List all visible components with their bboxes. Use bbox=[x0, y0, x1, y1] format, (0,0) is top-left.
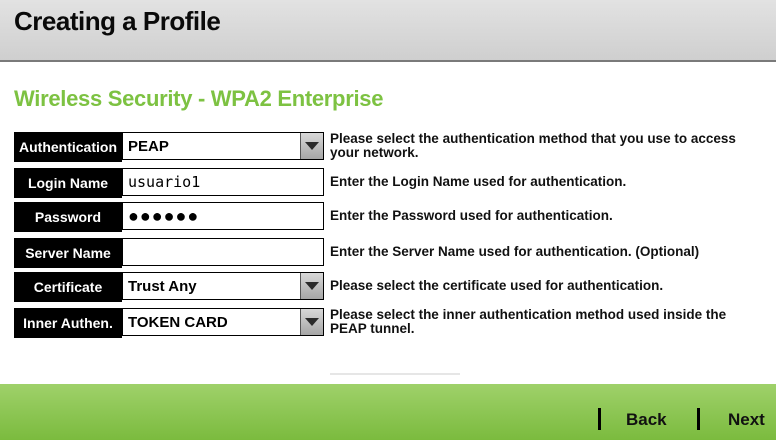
section-title: Wireless Security - WPA2 Enterprise bbox=[14, 86, 384, 111]
authentication-select[interactable]: PEAP bbox=[122, 132, 324, 160]
login-name-input[interactable]: usuario1 bbox=[122, 168, 324, 196]
inner-authentication-select[interactable]: TOKEN CARD bbox=[122, 308, 324, 336]
password-help: Enter the Password used for authenticati… bbox=[330, 208, 613, 223]
page-title: Creating a Profile bbox=[14, 6, 221, 36]
authentication-help: Please select the authentication method … bbox=[330, 131, 736, 160]
inner-authentication-row: Inner Authen. TOKEN CARD Please select t… bbox=[14, 308, 766, 338]
login-name-row: Login Name usuario1 Enter the Login Name… bbox=[14, 168, 766, 198]
password-label: Password bbox=[14, 202, 122, 232]
back-button[interactable]: Back bbox=[626, 410, 667, 430]
inner-authentication-help: Please select the inner authentication m… bbox=[330, 307, 727, 336]
inner-authentication-label: Inner Authen. bbox=[14, 308, 122, 338]
server-name-help: Enter the Server Name used for authentic… bbox=[330, 245, 766, 259]
optional-note: (Optional) bbox=[635, 244, 700, 259]
inner-authentication-value: TOKEN CARD bbox=[128, 313, 228, 331]
header-bar: Creating a Profile bbox=[0, 0, 776, 62]
footer-bar: Back Next bbox=[0, 384, 776, 440]
authentication-value: PEAP bbox=[128, 137, 169, 155]
login-name-help: Enter the Login Name used for authentica… bbox=[330, 174, 627, 189]
authentication-label: Authentication bbox=[14, 132, 122, 162]
password-input[interactable]: ●●●●●● bbox=[122, 202, 324, 230]
authentication-row: Authentication PEAP Please select the au… bbox=[14, 132, 766, 162]
dropdown-arrow-icon[interactable] bbox=[300, 273, 323, 299]
dropdown-arrow-icon[interactable] bbox=[300, 309, 323, 335]
login-name-label: Login Name bbox=[14, 168, 122, 198]
main-panel: Wireless Security - WPA2 Enterprise Auth… bbox=[0, 62, 776, 384]
certificate-row: Certificate Trust Any Please select the … bbox=[14, 272, 766, 302]
certificate-help: Please select the certificate used for a… bbox=[330, 278, 664, 293]
separator bbox=[697, 408, 700, 430]
server-name-help-text: Enter the Server Name used for authentic… bbox=[330, 244, 632, 259]
certificate-value: Trust Any bbox=[128, 277, 197, 295]
server-name-label: Server Name bbox=[14, 238, 122, 268]
dropdown-arrow-icon[interactable] bbox=[300, 133, 323, 159]
server-name-input[interactable] bbox=[122, 238, 324, 266]
certificate-select[interactable]: Trust Any bbox=[122, 272, 324, 300]
password-row: Password ●●●●●● Enter the Password used … bbox=[14, 202, 766, 232]
certificate-label: Certificate bbox=[14, 272, 122, 302]
divider bbox=[330, 373, 460, 375]
separator bbox=[598, 408, 601, 430]
next-button[interactable]: Next bbox=[728, 410, 765, 430]
server-name-row: Server Name Enter the Server Name used f… bbox=[14, 238, 766, 268]
